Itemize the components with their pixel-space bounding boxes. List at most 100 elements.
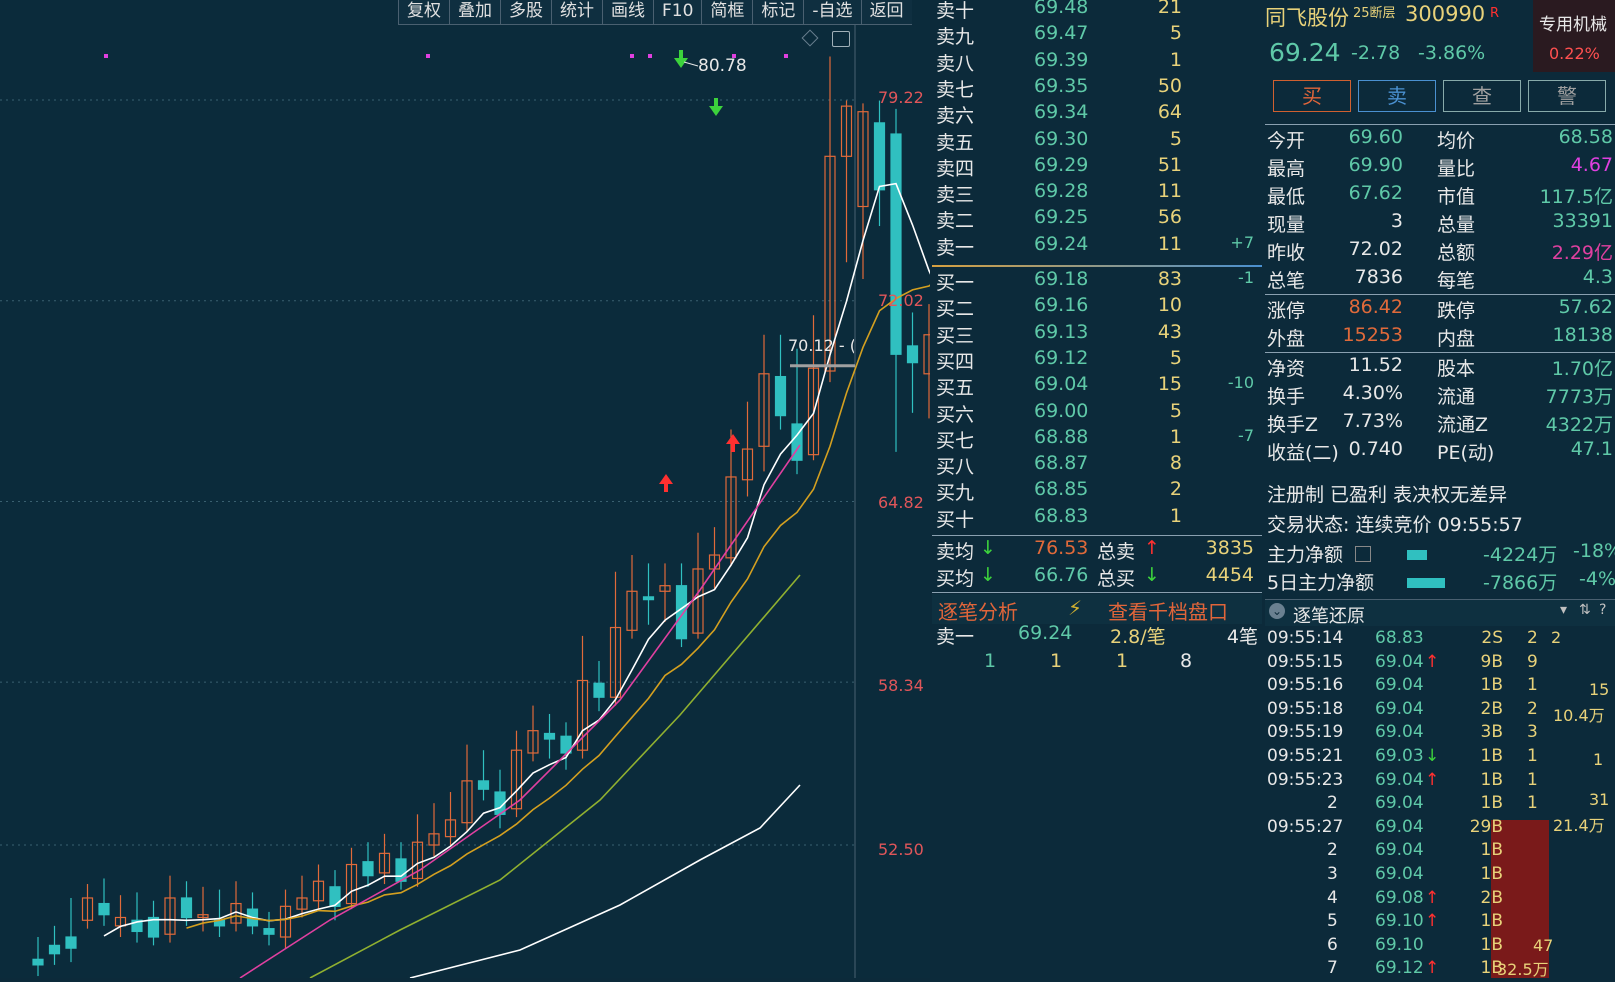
bid-level-row[interactable]: 买四 69.12 5 [932, 347, 1262, 374]
bid-level-row[interactable]: 买六 69.00 5 [932, 400, 1262, 427]
bid-level-row[interactable]: 买二 69.16 10 [932, 294, 1262, 321]
candle-body [362, 861, 374, 877]
help-icon[interactable]: ? [1599, 602, 1606, 618]
quote-row: 换手 4.30% 流通 7773万 [1267, 382, 1613, 408]
ask-level-row[interactable]: 卖十 69.48 21 [932, 0, 1262, 23]
ask-level-row[interactable]: 卖九 69.47 5 [932, 22, 1262, 49]
ask-level-row[interactable]: 卖二 69.25 56 [932, 206, 1262, 233]
down-arrow-icon: ↓ [980, 564, 996, 586]
lightning-icon: ⚡ [1068, 596, 1083, 620]
toolbar-button[interactable]: -自选 [803, 0, 860, 24]
candle-body [48, 944, 61, 955]
ask-bid-divider [932, 265, 1262, 267]
tab-tick-analysis[interactable]: 逐笔分析 [938, 596, 1018, 625]
quote-row: 今开 69.60 均价 68.58 [1267, 126, 1613, 152]
tick-header: ⌄ 逐笔还原 ▾ ⇅ ? [1265, 599, 1615, 627]
registration-note: 注册制 已盈利 表决权无差异 [1267, 484, 1508, 506]
sell-signal-arrow-icon [714, 98, 718, 106]
ask-level-row[interactable]: 卖四 69.29 51 [932, 154, 1262, 181]
price-axis-label: 72.02 [878, 291, 924, 310]
alert-button[interactable]: 警 [1528, 80, 1606, 112]
buy-button[interactable]: 买 [1273, 80, 1351, 112]
chart-toolbar: 复权 叠加 多股 统计 画线 F10 简框 标记 -自选 返回 [398, 0, 912, 25]
quote-row: 换手Z 7.73% 流通Z 4322万 [1267, 410, 1613, 436]
sort-icon[interactable]: ⇅ [1579, 602, 1591, 618]
tick-row: 4 69.08 ↑ 2B [1327, 887, 1503, 908]
candle-body [593, 682, 605, 698]
current-price: 69.24 [1269, 38, 1341, 67]
candle-body [890, 133, 902, 355]
toolbar-button[interactable]: 统计 [551, 0, 602, 24]
toolbar-button[interactable]: 复权 [398, 0, 449, 24]
ask-level-row[interactable]: 卖七 69.35 50 [932, 75, 1262, 102]
industry-badge[interactable]: 专用机械 0.22% [1533, 0, 1615, 72]
candle-body [98, 902, 110, 916]
price-axis-label: 52.50 [878, 840, 924, 859]
toolbar-button[interactable]: F10 [653, 0, 701, 24]
bid-level-row[interactable]: 买八 68.87 8 [932, 452, 1262, 479]
tick-row: 09:55:15 69.04 ↑ 9B 9 [1267, 651, 1538, 672]
bid-level-row[interactable]: 买九 68.85 2 [932, 478, 1262, 505]
bid-level-row[interactable]: 买七 68.88 1 -7 [932, 426, 1262, 453]
toolbar-button[interactable]: 标记 [752, 0, 803, 24]
bid-level-row[interactable]: 买五 69.04 15 -10 [932, 373, 1262, 400]
ask-level-row[interactable]: 卖六 69.34 64 [932, 101, 1262, 128]
up-arrow-icon: ↑ [1425, 887, 1440, 908]
analysis-tab-bar: 逐笔分析 ⚡ 查看千档盘口 [932, 594, 1262, 624]
candle-body [477, 780, 490, 790]
price-change: -2.78 [1351, 42, 1401, 64]
tab-depth-view[interactable]: 查看千档盘口 [1108, 596, 1228, 625]
tick-row: 09:55:21 69.03 ↓ 1B 1 [1267, 746, 1538, 766]
tick-row: 3 69.04 1B [1327, 864, 1503, 884]
up-arrow-icon: ↑ [1425, 769, 1440, 790]
flow-bar [1407, 550, 1427, 560]
main-flow-row: 主力净额 -4224万 -18% [1267, 540, 1615, 566]
down-arrow-icon: ↓ [1144, 564, 1160, 586]
up-arrow-icon: ↑ [1425, 911, 1440, 932]
candle-body [32, 958, 44, 966]
candle-body [180, 897, 193, 919]
chevron-down-icon[interactable]: ⌄ [1269, 603, 1285, 619]
sell-button[interactable]: 卖 [1358, 80, 1436, 112]
candle-body [642, 596, 655, 601]
bid-level-row[interactable]: 买三 69.13 43 [932, 321, 1262, 348]
ask-level-row[interactable]: 卖一 69.24 11 +7 [932, 233, 1262, 260]
info-icon[interactable] [1355, 546, 1371, 562]
panel-toggle-icon[interactable] [832, 31, 850, 47]
bid-level-row[interactable]: 买一 69.18 83 -1 [932, 268, 1262, 295]
high-price-marker: 80.78 [698, 56, 747, 76]
candle-body [543, 732, 556, 740]
tick-row: 6 69.10 1B [1327, 934, 1503, 955]
toolbar-button[interactable]: 叠加 [449, 0, 500, 24]
sell-average-row: 卖均 ↓ 76.53 总卖 ↑ 3835 [936, 537, 1254, 563]
candle-body [329, 886, 341, 907]
up-arrow-icon: ↑ [1425, 651, 1440, 672]
quote-row: 昨收 72.02 总额 2.29亿 [1267, 238, 1613, 264]
toolbar-button[interactable]: 多股 [500, 0, 551, 24]
query-button[interactable]: 查 [1443, 80, 1521, 112]
toolbar-button[interactable]: 返回 [860, 0, 912, 24]
toolbar-button[interactable]: 画线 [602, 0, 653, 24]
flow-bar [1407, 578, 1445, 588]
sell-signal-arrow-icon [679, 50, 683, 58]
candlestick-chart[interactable] [0, 0, 930, 978]
tick-row: 7 69.12 ↑ 1B [1327, 958, 1503, 979]
filter-icon[interactable]: ▾ [1560, 602, 1567, 618]
marker-dot [648, 54, 652, 58]
ask-level-row[interactable]: 卖八 69.39 1 [932, 49, 1262, 76]
divider [1265, 294, 1615, 295]
buy-signal-arrow-icon [659, 474, 673, 484]
quote-row: 外盘 15253 内盘 18138 [1267, 324, 1613, 350]
up-arrow-icon: ↑ [1144, 537, 1160, 559]
buy-signal-arrow-icon [664, 484, 668, 492]
ask-level-row[interactable]: 卖五 69.30 5 [932, 128, 1262, 155]
bid-level-row[interactable]: 买十 68.83 1 [932, 505, 1262, 532]
ask-level-row[interactable]: 卖三 69.28 11 [932, 180, 1262, 207]
down-arrow-icon: ↓ [980, 537, 996, 559]
tick-row: 09:55:23 69.04 ↑ 1B 1 [1267, 769, 1538, 790]
kline-chart-panel[interactable]: 复权 叠加 多股 统计 画线 F10 简框 标记 -自选 返回 79.22 72.02 64.82… [0, 0, 930, 978]
toolbar-button[interactable]: 简框 [701, 0, 752, 24]
stock-code: 300990 [1405, 2, 1486, 26]
quote-row: 最低 67.62 市值 117.5亿 [1267, 182, 1613, 208]
quote-row: 总笔 7836 每笔 4.3 [1267, 266, 1613, 292]
